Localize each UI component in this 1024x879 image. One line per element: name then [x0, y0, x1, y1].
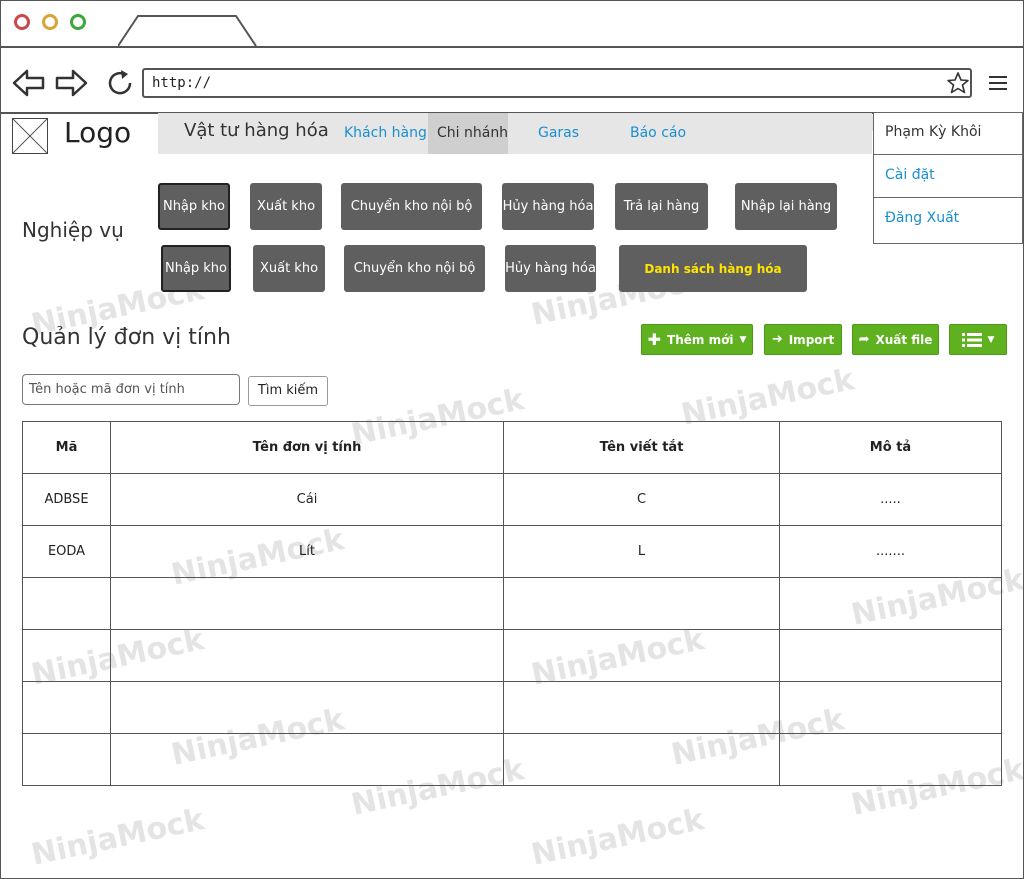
- table-row[interactable]: [22, 577, 1002, 630]
- table-row[interactable]: ADBSE Cái C .....: [22, 473, 1002, 526]
- column-header-description[interactable]: Mô tả: [779, 421, 1002, 474]
- browser-tab[interactable]: [118, 14, 258, 46]
- cell-unit-name: [110, 681, 504, 734]
- export-icon: ➦: [858, 332, 870, 347]
- table-header-row: Mã Tên đơn vị tính Tên viết tắt Mô tả: [22, 421, 1002, 474]
- reload-icon[interactable]: [104, 67, 136, 99]
- cell-code: [22, 577, 111, 630]
- import-label: Import: [788, 332, 835, 347]
- op-return-goods-button[interactable]: Trả lại hàng: [615, 183, 708, 230]
- operations-label: Nghiệp vụ: [22, 218, 124, 242]
- caret-down-icon: ▼: [987, 334, 995, 345]
- url-input[interactable]: http://: [142, 68, 972, 98]
- cell-description: [779, 681, 1002, 734]
- table-row[interactable]: EODA Lít L .......: [22, 525, 1002, 578]
- hamburger-menu-icon[interactable]: [988, 74, 1008, 92]
- cell-unit-name: [110, 629, 504, 682]
- cell-abbreviation: [503, 577, 780, 630]
- op-goods-list-button[interactable]: Danh sách hàng hóa: [619, 245, 807, 292]
- maximize-window-dot[interactable]: [70, 14, 86, 30]
- op-cancel-goods-button-2[interactable]: Hủy hàng hóa: [505, 245, 596, 292]
- cell-description: .......: [779, 525, 1002, 578]
- cell-unit-name: Lít: [110, 525, 504, 578]
- cell-code: [22, 733, 111, 786]
- column-header-code[interactable]: Mã: [22, 421, 111, 474]
- nav-main-title[interactable]: Vật tư hàng hóa: [184, 120, 329, 141]
- cell-abbreviation: [503, 733, 780, 786]
- list-view-toggle-button[interactable]: ▼: [949, 324, 1007, 355]
- cell-description: .....: [779, 473, 1002, 526]
- op-export-stock-button[interactable]: Xuất kho: [250, 183, 322, 230]
- cell-unit-name: [110, 577, 504, 630]
- cell-description: [779, 577, 1002, 630]
- add-new-label: Thêm mới: [667, 332, 734, 347]
- star-icon[interactable]: [946, 71, 970, 95]
- back-arrow-icon[interactable]: [12, 68, 46, 98]
- column-header-abbreviation[interactable]: Tên viết tắt: [503, 421, 780, 474]
- cell-code: [22, 681, 111, 734]
- cell-abbreviation: C: [503, 473, 780, 526]
- nav-link-reports[interactable]: Báo cáo: [630, 125, 686, 141]
- caret-down-icon: ▼: [739, 334, 747, 345]
- user-menu-logout[interactable]: Đăng Xuất: [873, 198, 1023, 241]
- units-table: Mã Tên đơn vị tính Tên viết tắt Mô tả AD…: [22, 421, 1002, 786]
- close-window-dot[interactable]: [14, 14, 30, 30]
- op-reimport-goods-button[interactable]: Nhập lại hàng: [735, 183, 837, 230]
- list-icon: [961, 332, 982, 347]
- table-row[interactable]: [22, 681, 1002, 734]
- op-internal-transfer-button-2[interactable]: Chuyển kho nội bộ: [344, 245, 485, 292]
- unit-search-input[interactable]: Tên hoặc mã đơn vị tính: [22, 374, 240, 405]
- forward-arrow-icon[interactable]: [54, 68, 88, 98]
- cell-unit-name: [110, 733, 504, 786]
- search-button[interactable]: Tìm kiếm: [248, 376, 328, 406]
- table-row[interactable]: [22, 629, 1002, 682]
- user-menu-settings[interactable]: Cài đặt: [873, 155, 1023, 198]
- import-button[interactable]: ➜ Import: [764, 324, 842, 355]
- sign-in-icon: ➜: [771, 332, 783, 347]
- export-label: Xuất file: [875, 332, 933, 347]
- cell-description: [779, 733, 1002, 786]
- page-title: Quản lý đơn vị tính: [22, 325, 231, 350]
- logo-image-placeholder: [12, 118, 48, 154]
- op-export-stock-button-2[interactable]: Xuất kho: [253, 245, 325, 292]
- table-row[interactable]: [22, 733, 1002, 786]
- cell-code: EODA: [22, 525, 111, 578]
- cell-code: ADBSE: [22, 473, 111, 526]
- cell-abbreviation: L: [503, 525, 780, 578]
- column-header-unit-name[interactable]: Tên đơn vị tính: [110, 421, 504, 474]
- op-cancel-goods-button[interactable]: Hủy hàng hóa: [502, 183, 594, 230]
- cell-unit-name: Cái: [110, 473, 504, 526]
- export-file-button[interactable]: ➦ Xuất file: [852, 324, 939, 355]
- logo-text: Logo: [64, 116, 132, 149]
- cell-description: [779, 629, 1002, 682]
- op-internal-transfer-button[interactable]: Chuyển kho nội bộ: [341, 183, 482, 230]
- cell-abbreviation: [503, 681, 780, 734]
- minimize-window-dot[interactable]: [42, 14, 58, 30]
- add-new-button[interactable]: ✚ Thêm mới ▼: [641, 324, 753, 355]
- op-import-stock-button[interactable]: Nhập kho: [158, 183, 230, 230]
- user-name[interactable]: Phạm Kỳ Khôi: [873, 112, 1023, 155]
- nav-link-garages[interactable]: Garas: [538, 125, 579, 141]
- plus-icon: ✚: [647, 329, 662, 349]
- nav-link-branches[interactable]: Chi nhánh: [437, 125, 508, 141]
- cell-code: [22, 629, 111, 682]
- cell-abbreviation: [503, 629, 780, 682]
- nav-link-customers[interactable]: Khách hàng: [344, 125, 427, 141]
- op-import-stock-button-2[interactable]: Nhập kho: [161, 245, 231, 292]
